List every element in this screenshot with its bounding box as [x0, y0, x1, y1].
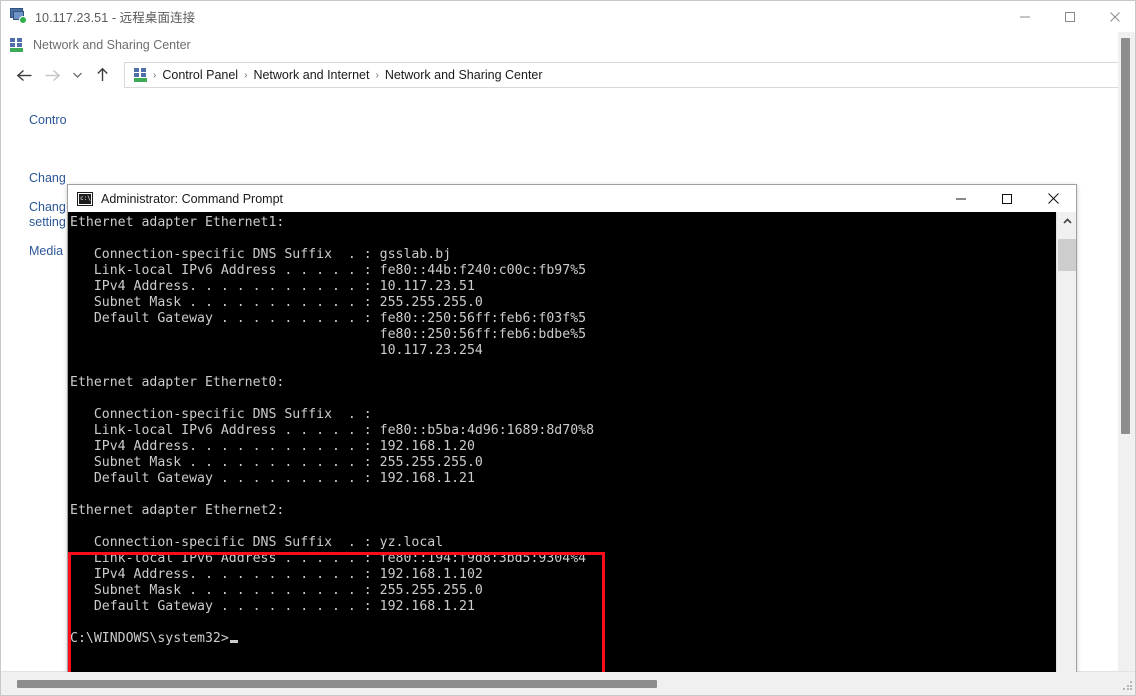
- terminal-line: IPv4 Address. . . . . . . . . . . : 10.1…: [68, 279, 1056, 295]
- terminal-line: Subnet Mask . . . . . . . . . . . : 255.…: [68, 455, 1056, 471]
- breadcrumb-item-network-and-sharing-center[interactable]: Network and Sharing Center: [381, 68, 547, 82]
- sidebar-link-change-adapter-settings[interactable]: Chang: [29, 171, 66, 186]
- remote-desktop-icon: [10, 8, 27, 25]
- sidebar-link-line-2: setting: [29, 215, 66, 229]
- remote-desktop-caption-buttons: [1002, 1, 1136, 32]
- terminal-line: [68, 359, 1056, 375]
- forward-arrow-icon[interactable]: [38, 61, 66, 89]
- explorer-tab-title: Network and Sharing Center: [33, 38, 191, 52]
- sidebar-link-control-panel-home[interactable]: Contro: [29, 113, 67, 128]
- sidebar-link-change-advanced-sharing-settings[interactable]: Chang setting: [29, 200, 66, 230]
- remote-desktop-title: 10.117.23.51 - 远程桌面连接: [35, 7, 195, 26]
- breadcrumb-separator: ›: [373, 70, 380, 81]
- command-prompt-icon: [77, 192, 93, 206]
- terminal-cursor: [230, 640, 238, 643]
- terminal-output: Ethernet adapter Ethernet1: Connection-s…: [68, 212, 1056, 647]
- terminal-line: Connection-specific DNS Suffix . : yz.lo…: [68, 535, 1056, 551]
- terminal-line: [68, 615, 1056, 631]
- terminal-line: [68, 519, 1056, 535]
- remote-desktop-window: 10.117.23.51 - 远程桌面连接 Network and Sharin…: [0, 0, 1136, 696]
- command-prompt-title: Administrator: Command Prompt: [101, 192, 283, 206]
- up-arrow-icon[interactable]: [88, 61, 116, 89]
- terminal-line: Link-local IPv6 Address . . . . . : fe80…: [68, 423, 1056, 439]
- terminal-line: Ethernet adapter Ethernet0:: [68, 375, 1056, 391]
- control-panel-sidebar: Contro Chang Chang setting Media: [1, 92, 67, 672]
- sidebar-link-media-streaming-options[interactable]: Media: [29, 244, 63, 259]
- terminal-prompt: C:\WINDOWS\system32>: [70, 631, 229, 646]
- recent-pages-chevron-down-icon[interactable]: [66, 61, 88, 89]
- back-arrow-icon[interactable]: [10, 61, 38, 89]
- terminal-line: 10.117.23.254: [68, 343, 1056, 359]
- minimize-icon[interactable]: [1002, 1, 1047, 32]
- terminal-line: [68, 231, 1056, 247]
- terminal-line: Connection-specific DNS Suffix . :: [68, 407, 1056, 423]
- breadcrumb-separator: ›: [151, 70, 158, 81]
- terminal-line: Link-local IPv6 Address . . . . . : fe80…: [68, 263, 1056, 279]
- maximize-icon[interactable]: [1047, 1, 1092, 32]
- remote-desktop-vertical-scrollbar[interactable]: [1118, 32, 1135, 672]
- terminal-line: [68, 487, 1056, 503]
- close-icon[interactable]: [1030, 185, 1076, 212]
- explorer-tab-strip[interactable]: Network and Sharing Center: [1, 32, 1136, 58]
- sidebar-link-line-1: Chang: [29, 200, 66, 214]
- breadcrumb-item-control-panel[interactable]: Control Panel: [158, 68, 242, 82]
- terminal-scrollbar-thumb[interactable]: [1058, 239, 1076, 271]
- remote-desktop-horizontal-scrollbar[interactable]: [1, 671, 1136, 695]
- command-prompt-window[interactable]: Administrator: Command Prompt Ethernet a…: [67, 184, 1077, 672]
- close-icon[interactable]: [1092, 1, 1136, 32]
- terminal-line: Subnet Mask . . . . . . . . . . . : 255.…: [68, 583, 1056, 599]
- command-prompt-terminal[interactable]: Ethernet adapter Ethernet1: Connection-s…: [68, 212, 1076, 672]
- scroll-down-arrow-icon[interactable]: [1057, 666, 1077, 672]
- address-bar-network-icon: [133, 68, 149, 83]
- breadcrumb-item-network-and-internet[interactable]: Network and Internet: [249, 68, 373, 82]
- command-prompt-titlebar[interactable]: Administrator: Command Prompt: [68, 185, 1076, 212]
- explorer-navigation-bar: › Control Panel › Network and Internet ›…: [1, 58, 1136, 92]
- terminal-prompt-line: C:\WINDOWS\system32>: [68, 631, 1056, 647]
- terminal-vertical-scrollbar[interactable]: [1056, 212, 1076, 672]
- terminal-line: IPv4 Address. . . . . . . . . . . : 192.…: [68, 567, 1056, 583]
- address-bar[interactable]: › Control Panel › Network and Internet ›…: [124, 62, 1136, 88]
- terminal-line: fe80::250:56ff:feb6:bdbe%5: [68, 327, 1056, 343]
- remote-desktop-titlebar[interactable]: 10.117.23.51 - 远程桌面连接: [1, 1, 1136, 32]
- remote-desktop-vertical-scrollbar-thumb[interactable]: [1121, 38, 1130, 434]
- terminal-line: Subnet Mask . . . . . . . . . . . : 255.…: [68, 295, 1056, 311]
- terminal-line: Ethernet adapter Ethernet2:: [68, 503, 1056, 519]
- command-prompt-caption-buttons: [938, 185, 1076, 212]
- terminal-line: [68, 391, 1056, 407]
- terminal-line: Default Gateway . . . . . . . . . : 192.…: [68, 599, 1056, 615]
- explorer-content-area: Contro Chang Chang setting Media Adminis…: [1, 92, 1136, 672]
- terminal-line: Ethernet adapter Ethernet1:: [68, 215, 1056, 231]
- network-sharing-center-icon: [9, 38, 25, 53]
- terminal-line: Default Gateway . . . . . . . . . : fe80…: [68, 311, 1056, 327]
- resize-grip-icon[interactable]: [1123, 681, 1134, 692]
- breadcrumb-separator: ›: [242, 70, 249, 81]
- maximize-icon[interactable]: [984, 185, 1030, 212]
- scroll-up-arrow-icon[interactable]: [1057, 212, 1077, 231]
- terminal-line: IPv4 Address. . . . . . . . . . . : 192.…: [68, 439, 1056, 455]
- remote-desktop-horizontal-scrollbar-thumb[interactable]: [17, 680, 657, 688]
- terminal-line: Link-local IPv6 Address . . . . . : fe80…: [68, 551, 1056, 567]
- terminal-line: Default Gateway . . . . . . . . . : 192.…: [68, 471, 1056, 487]
- minimize-icon[interactable]: [938, 185, 984, 212]
- terminal-line: Connection-specific DNS Suffix . : gssla…: [68, 247, 1056, 263]
